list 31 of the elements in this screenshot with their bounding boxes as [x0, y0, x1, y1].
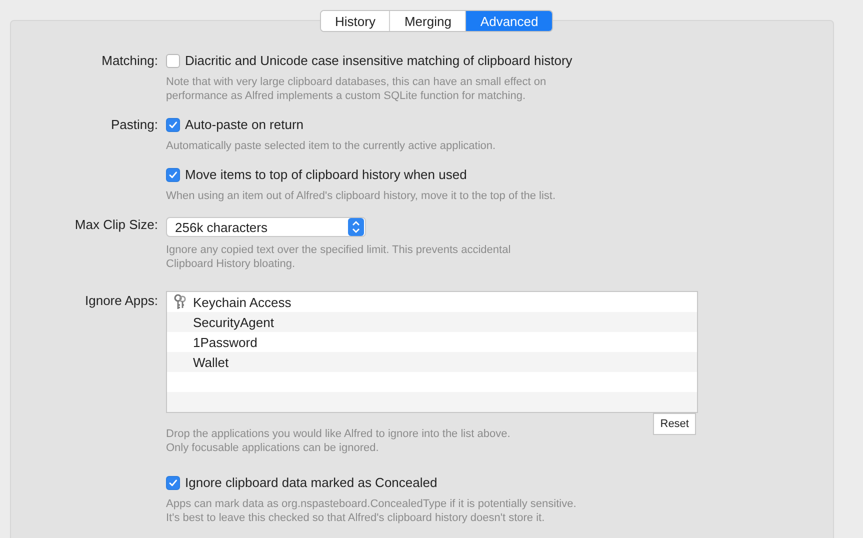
help-text: Drop the applications you would like Alfred to ignore into the list above. Only focusable applications can be ignored. [166, 427, 512, 455]
help-text: Note that with very large clipboard databases, this can have an small effect on performance as Alfred implements a custom SQLite function for matching. [166, 75, 548, 103]
app-list-item[interactable]: 1Password [167, 332, 697, 352]
setting-label: Pasting: [111, 117, 158, 132]
checkbox-option[interactable]: Diacritic and Unicode case insensitive matching of clipboard history [166, 51, 833, 71]
checkbox-option[interactable]: Auto-paste on return [166, 115, 833, 135]
checkbox-option[interactable]: Move items to top of clipboard history when used [166, 165, 833, 185]
checkbox[interactable] [166, 54, 180, 68]
checkmark-icon [167, 169, 179, 181]
help-text: Ignore any copied text over the specified limit. This prevents accidental Clipboard History bloating. [166, 243, 512, 271]
tab[interactable]: Advanced [466, 11, 552, 31]
checkbox[interactable] [166, 118, 180, 132]
tab[interactable]: History [321, 11, 390, 31]
setting-label: Max Clip Size: [74, 217, 158, 232]
app-list-item[interactable]: Keychain Access [167, 292, 697, 312]
checkbox-option[interactable]: Ignore clipboard data marked as Concealed [166, 473, 833, 493]
checkbox[interactable] [166, 476, 180, 490]
app-list-item[interactable]: Wallet [167, 352, 697, 372]
size-dropdown[interactable]: 256k characters [166, 217, 366, 237]
app-list-item[interactable]: SecurityAgent [167, 312, 697, 332]
keys-icon [173, 294, 187, 310]
checkbox[interactable] [166, 168, 180, 182]
help-text: When using an item out of Alfred's clipboard history, move it to the top of the list. [166, 189, 557, 203]
stepper-icon [348, 218, 364, 236]
help-text: Automatically paste selected item to the currently active application. [166, 139, 497, 153]
reset-button[interactable]: Reset [653, 413, 696, 435]
checkmark-icon [167, 119, 179, 131]
setting-label: Ignore Apps: [85, 293, 158, 308]
checkmark-icon [167, 477, 179, 489]
setting-label: Matching: [102, 53, 158, 68]
help-text: Apps can mark data as org.nspasteboard.ConcealedType if it is potentially sensitive. It's best to leave this checked so that Alfred's clipboard history doesn't store it. [166, 497, 578, 525]
